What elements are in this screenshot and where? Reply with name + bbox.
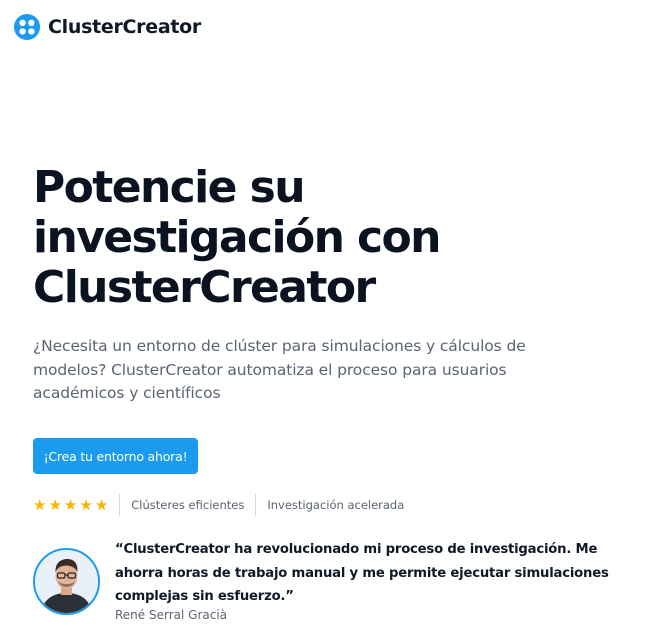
rating-stars: ★ ★ ★ ★ ★ [33, 495, 109, 514]
star-icon: ★ [63, 495, 78, 514]
hero-title-line-1: Potencie su [33, 162, 306, 213]
hero-subtitle: ¿Necesita un entorno de clúster para sim… [33, 337, 526, 402]
cluster-logo-icon[interactable] [14, 14, 40, 40]
site-header: ClusterCreator [14, 14, 201, 40]
hero-title-line-2: investigación con [33, 212, 442, 263]
star-icon: ★ [33, 495, 47, 514]
avatar [33, 548, 100, 615]
trust-label-accelerated-research: Investigación acelerada [267, 498, 405, 512]
testimonial: “ClusterCreator ha revolucionado mi proc… [33, 538, 633, 638]
star-icon: ★ [79, 495, 93, 514]
divider [119, 494, 121, 516]
create-environment-button[interactable]: ¡Crea tu entorno ahora! [33, 438, 198, 474]
star-icon: ★ [48, 495, 62, 514]
trust-bar: ★ ★ ★ ★ ★ Clústeres eficientes Investiga… [33, 493, 404, 517]
testimonial-quote: “ClusterCreator ha revolucionado mi proc… [115, 542, 609, 604]
brand-name[interactable]: ClusterCreator [48, 16, 201, 38]
hero-title-line-3: ClusterCreator [33, 262, 376, 313]
divider [255, 494, 257, 516]
star-icon: ★ [94, 495, 109, 514]
hero-title: Potencie su investigación con ClusterCre… [33, 163, 593, 313]
testimonial-author: René Serral Gracià [115, 608, 228, 622]
trust-label-efficient-clusters: Clústeres eficientes [131, 498, 245, 512]
